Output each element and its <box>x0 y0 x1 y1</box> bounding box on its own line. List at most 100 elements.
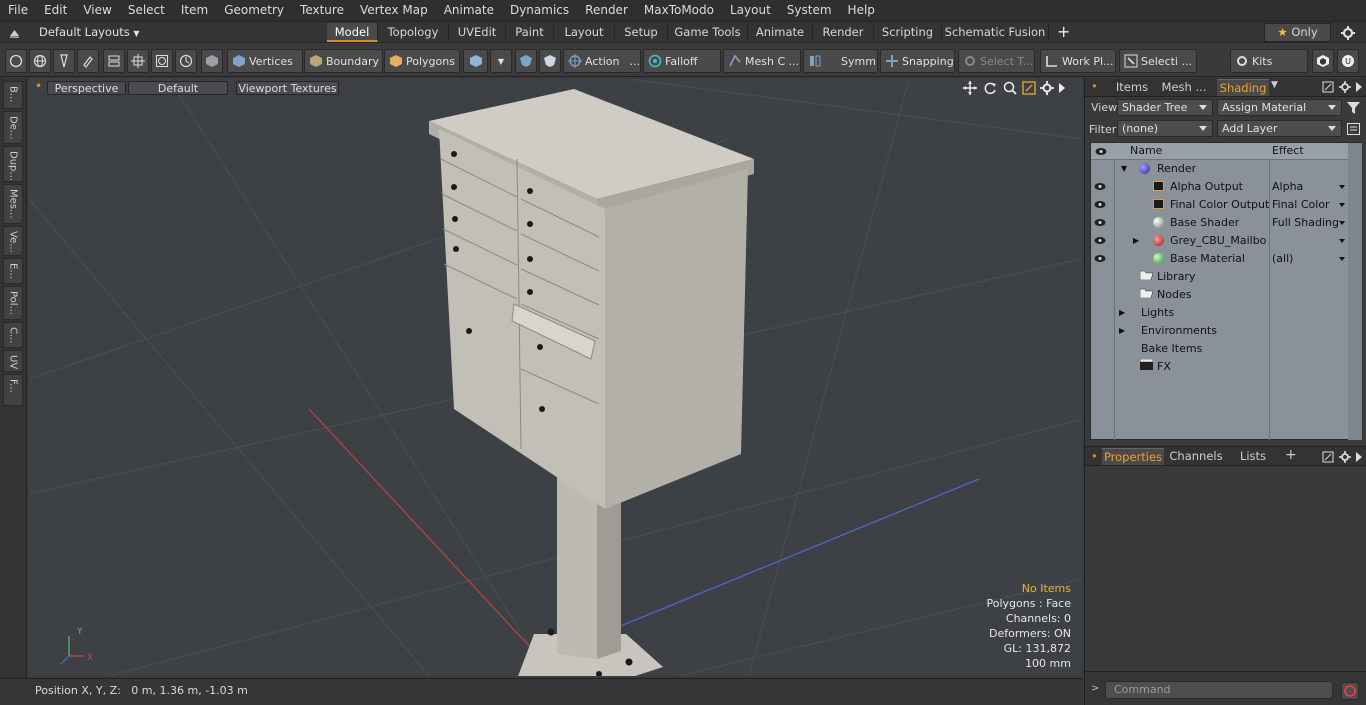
props-maximize-icon[interactable] <box>1322 451 1334 463</box>
effect-value[interactable]: Alpha <box>1272 178 1348 196</box>
tab-overflow-icon[interactable]: ▼ <box>1271 80 1278 90</box>
vtab-curve[interactable]: C... <box>3 322 23 348</box>
symmetry-b-button[interactable] <box>539 49 561 73</box>
gear-icon[interactable] <box>1341 26 1355 40</box>
globe-button[interactable] <box>29 49 51 73</box>
vtab-deform[interactable]: De... <box>3 111 23 144</box>
vtab-mesh-edit[interactable]: Mes... <box>3 184 23 224</box>
menu-item[interactable]: Item <box>173 0 216 21</box>
tab-shading[interactable]: Shading <box>1217 79 1269 96</box>
perspective-button[interactable]: Perspective <box>47 81 126 95</box>
shading-default-button[interactable]: Default <box>128 81 228 95</box>
material-button[interactable] <box>463 49 488 73</box>
unity-button[interactable] <box>1312 49 1334 73</box>
item-mode-button[interactable] <box>201 49 223 73</box>
panel-maximize-icon[interactable] <box>1322 81 1334 93</box>
default-layouts-dropdown[interactable]: Default Layouts ▼ <box>39 25 140 39</box>
expand-arrow-icon[interactable] <box>1058 83 1066 93</box>
add-tab-icon[interactable]: + <box>1285 447 1297 463</box>
tree-row-bake-items[interactable]: Bake Items <box>1091 340 1348 358</box>
action-button[interactable]: Action... <box>563 49 641 73</box>
menu-help[interactable]: Help <box>840 0 883 21</box>
unreal-button[interactable]: U <box>1337 49 1359 73</box>
props-expand-icon[interactable] <box>1355 452 1363 462</box>
menu-edit[interactable]: Edit <box>36 0 75 21</box>
column-effect[interactable]: Effect <box>1272 144 1304 157</box>
tree-row-base-material[interactable]: Base Material (all) <box>1091 250 1348 268</box>
panel-expand-icon[interactable] <box>1355 82 1363 92</box>
symmetry-a-button[interactable] <box>515 49 537 73</box>
props-dot-icon[interactable]: • <box>1091 449 1098 463</box>
symmetry-button[interactable]: Symm ... <box>803 49 878 73</box>
tab-setup[interactable]: Setup <box>615 23 668 42</box>
panel-gear-icon[interactable] <box>1339 81 1351 93</box>
select-through-button[interactable]: Select T... <box>958 49 1035 73</box>
menu-geometry[interactable]: Geometry <box>216 0 292 21</box>
material-dropdown-button[interactable]: ▼ <box>490 49 512 73</box>
menu-layout[interactable]: Layout <box>722 0 779 21</box>
menu-maxtomodo[interactable]: MaxToModo <box>636 0 722 21</box>
menu-view[interactable]: View <box>75 0 119 21</box>
tab-render[interactable]: Render <box>813 23 874 42</box>
tree-row-alpha-output[interactable]: Alpha Output Alpha <box>1091 178 1348 196</box>
record-icon[interactable] <box>1341 682 1359 700</box>
tab-model[interactable]: Model <box>327 23 378 42</box>
command-input[interactable]: Command <box>1105 681 1333 699</box>
tree-scrollbar[interactable] <box>1348 143 1362 440</box>
expand-right-icon[interactable]: ▶ <box>1133 232 1139 250</box>
vtab-edge[interactable]: E... <box>3 258 23 284</box>
props-gear-icon[interactable] <box>1339 451 1351 463</box>
viewport-textures-button[interactable]: Viewport Textures <box>236 81 339 95</box>
panel-dot-icon[interactable]: • <box>1091 79 1098 93</box>
timer-button[interactable] <box>175 49 197 73</box>
vertices-button[interactable]: Vertices <box>227 49 303 73</box>
tree-row-nodes[interactable]: Nodes <box>1091 286 1348 304</box>
vtab-fusion[interactable]: F... <box>3 374 23 406</box>
tab-layout[interactable]: Layout <box>554 23 615 42</box>
tree-row-base-shader[interactable]: Base Shader Full Shading <box>1091 214 1348 232</box>
tree-row-fx[interactable]: FX <box>1091 358 1348 376</box>
tab-game-tools[interactable]: Game Tools <box>668 23 748 42</box>
menu-animate[interactable]: Animate <box>436 0 502 21</box>
tab-schematic-fusion[interactable]: Schematic Fusion <box>942 23 1049 42</box>
menu-render[interactable]: Render <box>577 0 636 21</box>
work-plane-button[interactable]: Work Pl... <box>1040 49 1116 73</box>
zoom-view-icon[interactable] <box>1003 81 1017 95</box>
effect-dropdown-icon[interactable] <box>1339 239 1345 243</box>
column-name[interactable]: Name <box>1130 144 1162 157</box>
mailbox-model[interactable] <box>429 89 754 676</box>
vtab-duplicate[interactable]: Dup... <box>3 146 23 182</box>
tree-row-grey-cbu-mailbox[interactable]: ▶ Grey_CBU_Mailbo ... <box>1091 232 1348 250</box>
tab-properties[interactable]: Properties <box>1102 448 1164 465</box>
3d-viewport[interactable]: Y X • Perspective Default Viewport Textu… <box>29 79 1082 676</box>
menu-dynamics[interactable]: Dynamics <box>502 0 577 21</box>
polygons-button[interactable]: Polygons <box>384 49 460 73</box>
falloff-button[interactable]: Falloff <box>643 49 721 73</box>
menu-system[interactable]: System <box>779 0 840 21</box>
select-sphere-button[interactable] <box>5 49 27 73</box>
workplane-button[interactable] <box>151 49 173 73</box>
kits-button[interactable]: Kits <box>1230 49 1308 73</box>
vtab-uv[interactable]: UV <box>3 350 23 372</box>
expand-right-icon[interactable]: ▶ <box>1119 322 1125 340</box>
view-dropdown[interactable]: Shader Tree <box>1117 99 1213 116</box>
viewport-dot-icon[interactable]: • <box>35 79 42 93</box>
list-options-icon[interactable] <box>1347 123 1360 135</box>
vtab-polygon[interactable]: Pol... <box>3 286 23 320</box>
menu-vertex-map[interactable]: Vertex Map <box>352 0 436 21</box>
visibility-eye-icon[interactable] <box>1094 200 1106 209</box>
tab-scripting[interactable]: Scripting <box>874 23 942 42</box>
tab-channels[interactable]: Channels <box>1168 448 1224 465</box>
pen-button[interactable] <box>53 49 75 73</box>
visibility-eye-icon[interactable] <box>1094 254 1106 263</box>
effect-value[interactable]: Full Shading <box>1272 214 1348 232</box>
viewport-gear-icon[interactable] <box>1040 81 1054 95</box>
tree-row-library[interactable]: Library <box>1091 268 1348 286</box>
visibility-eye-icon[interactable] <box>1094 182 1106 191</box>
tab-mesh[interactable]: Mesh ... <box>1157 79 1211 96</box>
filter-funnel-icon[interactable] <box>1347 102 1360 114</box>
effect-value[interactable]: Final Color <box>1272 196 1348 214</box>
add-tab-icon[interactable]: + <box>1057 22 1070 41</box>
rotate-view-icon[interactable] <box>983 81 997 95</box>
effect-dropdown-icon[interactable] <box>1339 221 1345 225</box>
